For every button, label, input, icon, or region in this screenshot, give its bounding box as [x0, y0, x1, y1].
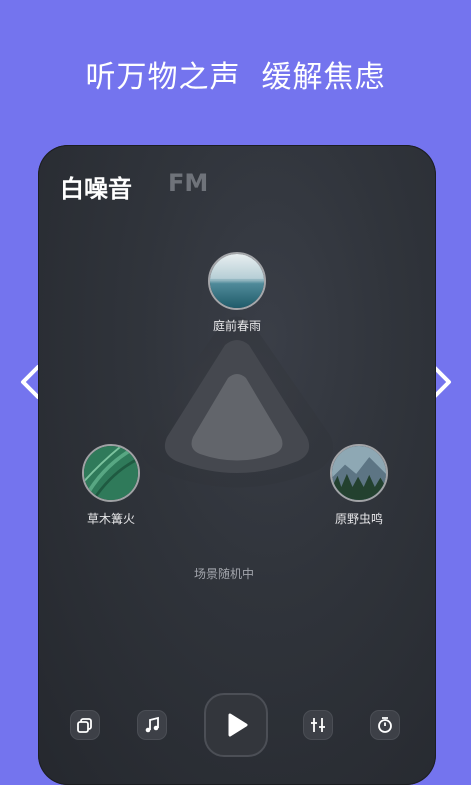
timer-button[interactable] — [370, 710, 400, 740]
scene-rain-thumbnail[interactable] — [208, 252, 266, 310]
play-icon — [228, 713, 248, 737]
scene-campfire-label: 草木篝火 — [86, 512, 135, 526]
scene-insects-thumbnail[interactable] — [330, 444, 388, 502]
music-note-icon — [145, 716, 159, 733]
phone-screen: 白噪音 FM 庭前春雨 草木篝火 原野虫鸣 场景随机中 — [38, 145, 436, 785]
music-button[interactable] — [137, 710, 167, 740]
equalizer-icon — [311, 718, 325, 732]
headline: 听万物之声 缓解焦虑 — [85, 60, 386, 95]
status-text: 场景随机中 — [193, 567, 254, 581]
forest-image — [332, 446, 386, 500]
layers-icon — [77, 718, 92, 733]
scene-rain-label: 庭前春雨 — [212, 319, 261, 333]
layers-button[interactable] — [70, 710, 100, 740]
play-button[interactable] — [204, 693, 268, 757]
rain-lake-image — [210, 254, 264, 308]
leaf-image — [84, 446, 138, 500]
timer-icon — [378, 717, 392, 733]
scene-insects-label: 原野虫鸣 — [334, 512, 383, 526]
equalizer-button[interactable] — [303, 710, 333, 740]
scene-campfire-thumbnail[interactable] — [82, 444, 140, 502]
